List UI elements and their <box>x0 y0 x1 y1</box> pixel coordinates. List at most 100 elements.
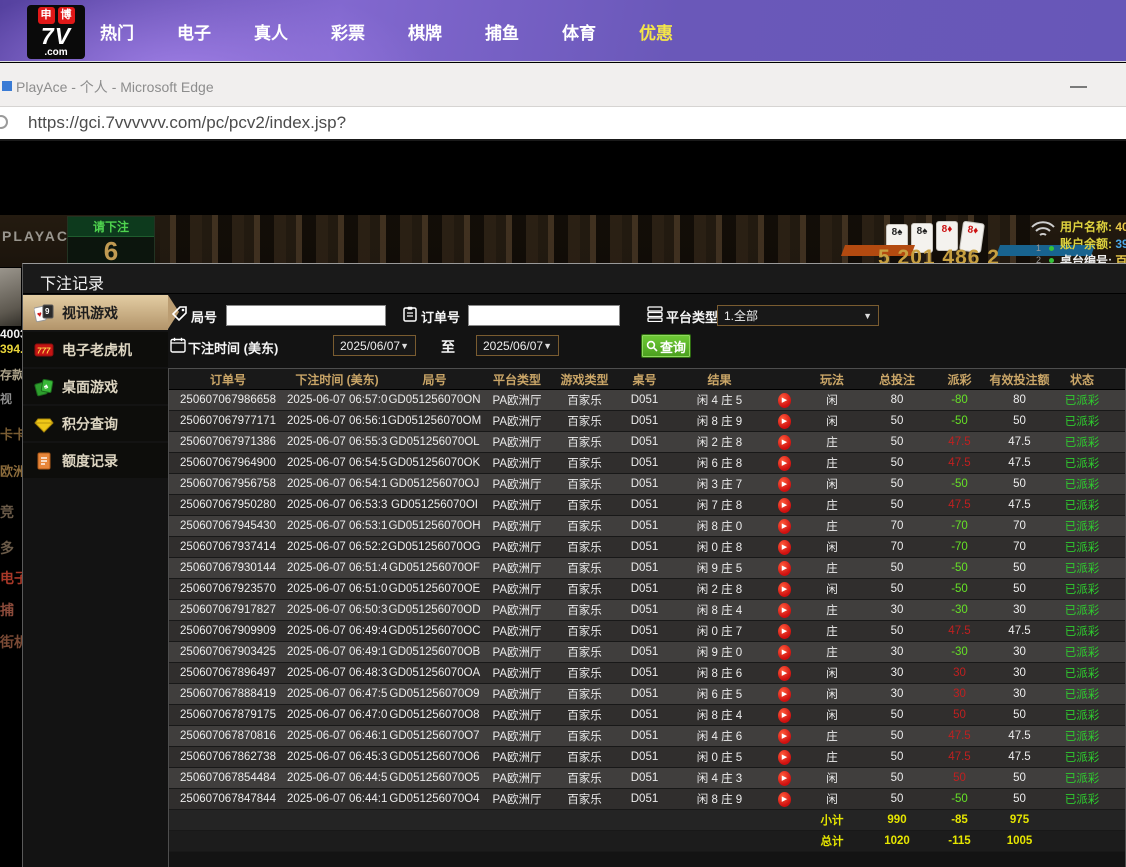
play-result-button[interactable]: ▶ <box>778 519 791 534</box>
play-result-button[interactable]: ▶ <box>778 750 791 765</box>
play-result-button[interactable]: ▶ <box>778 498 791 513</box>
site-logo[interactable]: 申 博 7V .com <box>27 5 85 59</box>
sidebar-item-table-games[interactable]: ♣ 桌面游戏 <box>23 369 168 404</box>
table-cell: GD051256070OC <box>387 625 482 637</box>
table-cell: D051 <box>617 457 672 469</box>
table-cell: 庄 <box>802 749 862 765</box>
table-cell: 250607067870816 <box>169 730 287 742</box>
round-number-input[interactable] <box>226 305 386 326</box>
table-cell: PA欧洲厅 <box>482 665 552 681</box>
table-cell: 50 <box>862 625 932 637</box>
table-cell: ▶ <box>767 624 802 639</box>
modal-title: 下注记录 <box>23 264 1126 294</box>
play-result-button[interactable]: ▶ <box>778 729 791 744</box>
table-cell: 小计 <box>802 812 862 828</box>
table-cell: GD051256070OL <box>387 436 482 448</box>
table-cell: D051 <box>617 793 672 805</box>
play-result-button[interactable]: ▶ <box>778 540 791 555</box>
date-from-select[interactable]: 2025/06/07▼ <box>333 335 416 356</box>
table-cell: ▶ <box>767 540 802 555</box>
table-cell: 闲 2 庄 8 <box>672 581 767 597</box>
table-row: 2506070678627382025-06-07 06:45:36GD0512… <box>169 747 1126 768</box>
play-result-button[interactable]: ▶ <box>778 561 791 576</box>
play-result-button[interactable]: ▶ <box>778 582 791 597</box>
table-cell: 已派彩 <box>1052 602 1112 618</box>
sidebar-item-points[interactable]: 积分查询 <box>23 406 168 441</box>
minimize-button[interactable] <box>1070 86 1087 88</box>
play-result-button[interactable]: ▶ <box>778 771 791 786</box>
table-cell: 30 <box>862 646 932 658</box>
table-cell: 50 <box>862 751 932 763</box>
table-cell: 47.5 <box>987 625 1052 637</box>
table-cell: 闲 <box>802 665 862 681</box>
platform-type-select[interactable]: 1.全部▼ <box>717 305 879 326</box>
table-cell: 80 <box>862 394 932 406</box>
table-cell: 闲 <box>802 476 862 492</box>
modal-sidebar: ♥ 9 视讯游戏 777 电子老虎机 ♣ 桌面游戏 <box>23 295 168 480</box>
play-result-button[interactable]: ▶ <box>778 414 791 429</box>
nav-item-sports[interactable]: 体育 <box>562 19 596 44</box>
table-cell: 闲 8 庄 0 <box>672 518 767 534</box>
sidebar-item-slots[interactable]: 777 电子老虎机 <box>23 332 168 367</box>
table-cell: PA欧洲厅 <box>482 497 552 513</box>
table-cell: -30 <box>932 604 987 616</box>
table-cell: 250607067896497 <box>169 667 287 679</box>
table-cell: 已派彩 <box>1052 749 1112 765</box>
table-cell: 250607067879175 <box>169 709 287 721</box>
avatar <box>0 268 21 326</box>
nav-item-cards[interactable]: 棋牌 <box>408 19 442 44</box>
column-header: 订单号 <box>169 371 287 388</box>
table-cell: D051 <box>617 436 672 448</box>
play-result-button[interactable]: ▶ <box>778 687 791 702</box>
play-result-button[interactable]: ▶ <box>778 435 791 450</box>
table-cell: 50 <box>862 499 932 511</box>
play-result-button[interactable]: ▶ <box>778 666 791 681</box>
table-cell: GD051256070OJ <box>387 478 482 490</box>
play-result-button[interactable]: ▶ <box>778 645 791 660</box>
table-row: 2506070678544842025-06-07 06:44:51GD0512… <box>169 768 1126 789</box>
table-cell: 百家乐 <box>552 728 617 744</box>
table-cell: PA欧洲厅 <box>482 434 552 450</box>
play-result-button[interactable]: ▶ <box>778 792 791 807</box>
play-result-button[interactable]: ▶ <box>778 603 791 618</box>
table-cell: 2025-06-07 06:48:36 <box>287 667 387 679</box>
sidebar-item-credit-records[interactable]: 额度记录 <box>23 443 168 478</box>
date-to-select[interactable]: 2025/06/07▼ <box>476 335 559 356</box>
play-result-button[interactable]: ▶ <box>778 708 791 723</box>
nav-item-lottery[interactable]: 彩票 <box>331 19 365 44</box>
table-cell: D051 <box>617 604 672 616</box>
table-cell: 2025-06-07 06:51:43 <box>287 562 387 574</box>
table-cell: 庄 <box>802 497 862 513</box>
search-icon <box>646 340 658 352</box>
table-cell: 庄 <box>802 518 862 534</box>
table-cell: 百家乐 <box>552 791 617 807</box>
slot-777-icon: 777 <box>34 340 54 360</box>
order-number-input[interactable] <box>468 305 620 326</box>
nav-item-promo[interactable]: 优惠 <box>639 19 673 44</box>
column-header: 状态 <box>1052 371 1112 388</box>
table-cell: -30 <box>932 646 987 658</box>
table-cell: GD051256070OF <box>387 562 482 574</box>
nav-item-slots[interactable]: 电子 <box>177 19 211 44</box>
order-number-label: 订单号 <box>421 307 460 326</box>
table-cell: 250607067950280 <box>169 499 287 511</box>
table-row: 2506070679454302025-06-07 06:53:10GD0512… <box>169 516 1126 537</box>
play-result-button[interactable]: ▶ <box>778 393 791 408</box>
sidebar-item-video-games[interactable]: ♥ 9 视讯游戏 <box>23 295 168 330</box>
nav-item-fishing[interactable]: 捕鱼 <box>485 19 519 44</box>
table-cell: 250607067971386 <box>169 436 287 448</box>
nav-item-hot[interactable]: 热门 <box>100 19 134 44</box>
table-cell: 975 <box>987 814 1052 826</box>
table-cell: D051 <box>617 541 672 553</box>
table-cell: 50 <box>862 709 932 721</box>
search-button[interactable]: 查询 <box>641 334 691 358</box>
table-cell: 50 <box>987 793 1052 805</box>
url-text[interactable]: https://gci.7vvvvvv.com/pc/pcv2/index.js… <box>28 113 928 133</box>
play-result-button[interactable]: ▶ <box>778 456 791 471</box>
table-cell: GD051256070OB <box>387 646 482 658</box>
play-result-button[interactable]: ▶ <box>778 624 791 639</box>
table-cell: ▶ <box>767 561 802 576</box>
table-cell: D051 <box>617 562 672 574</box>
nav-item-live[interactable]: 真人 <box>254 19 288 44</box>
play-result-button[interactable]: ▶ <box>778 477 791 492</box>
